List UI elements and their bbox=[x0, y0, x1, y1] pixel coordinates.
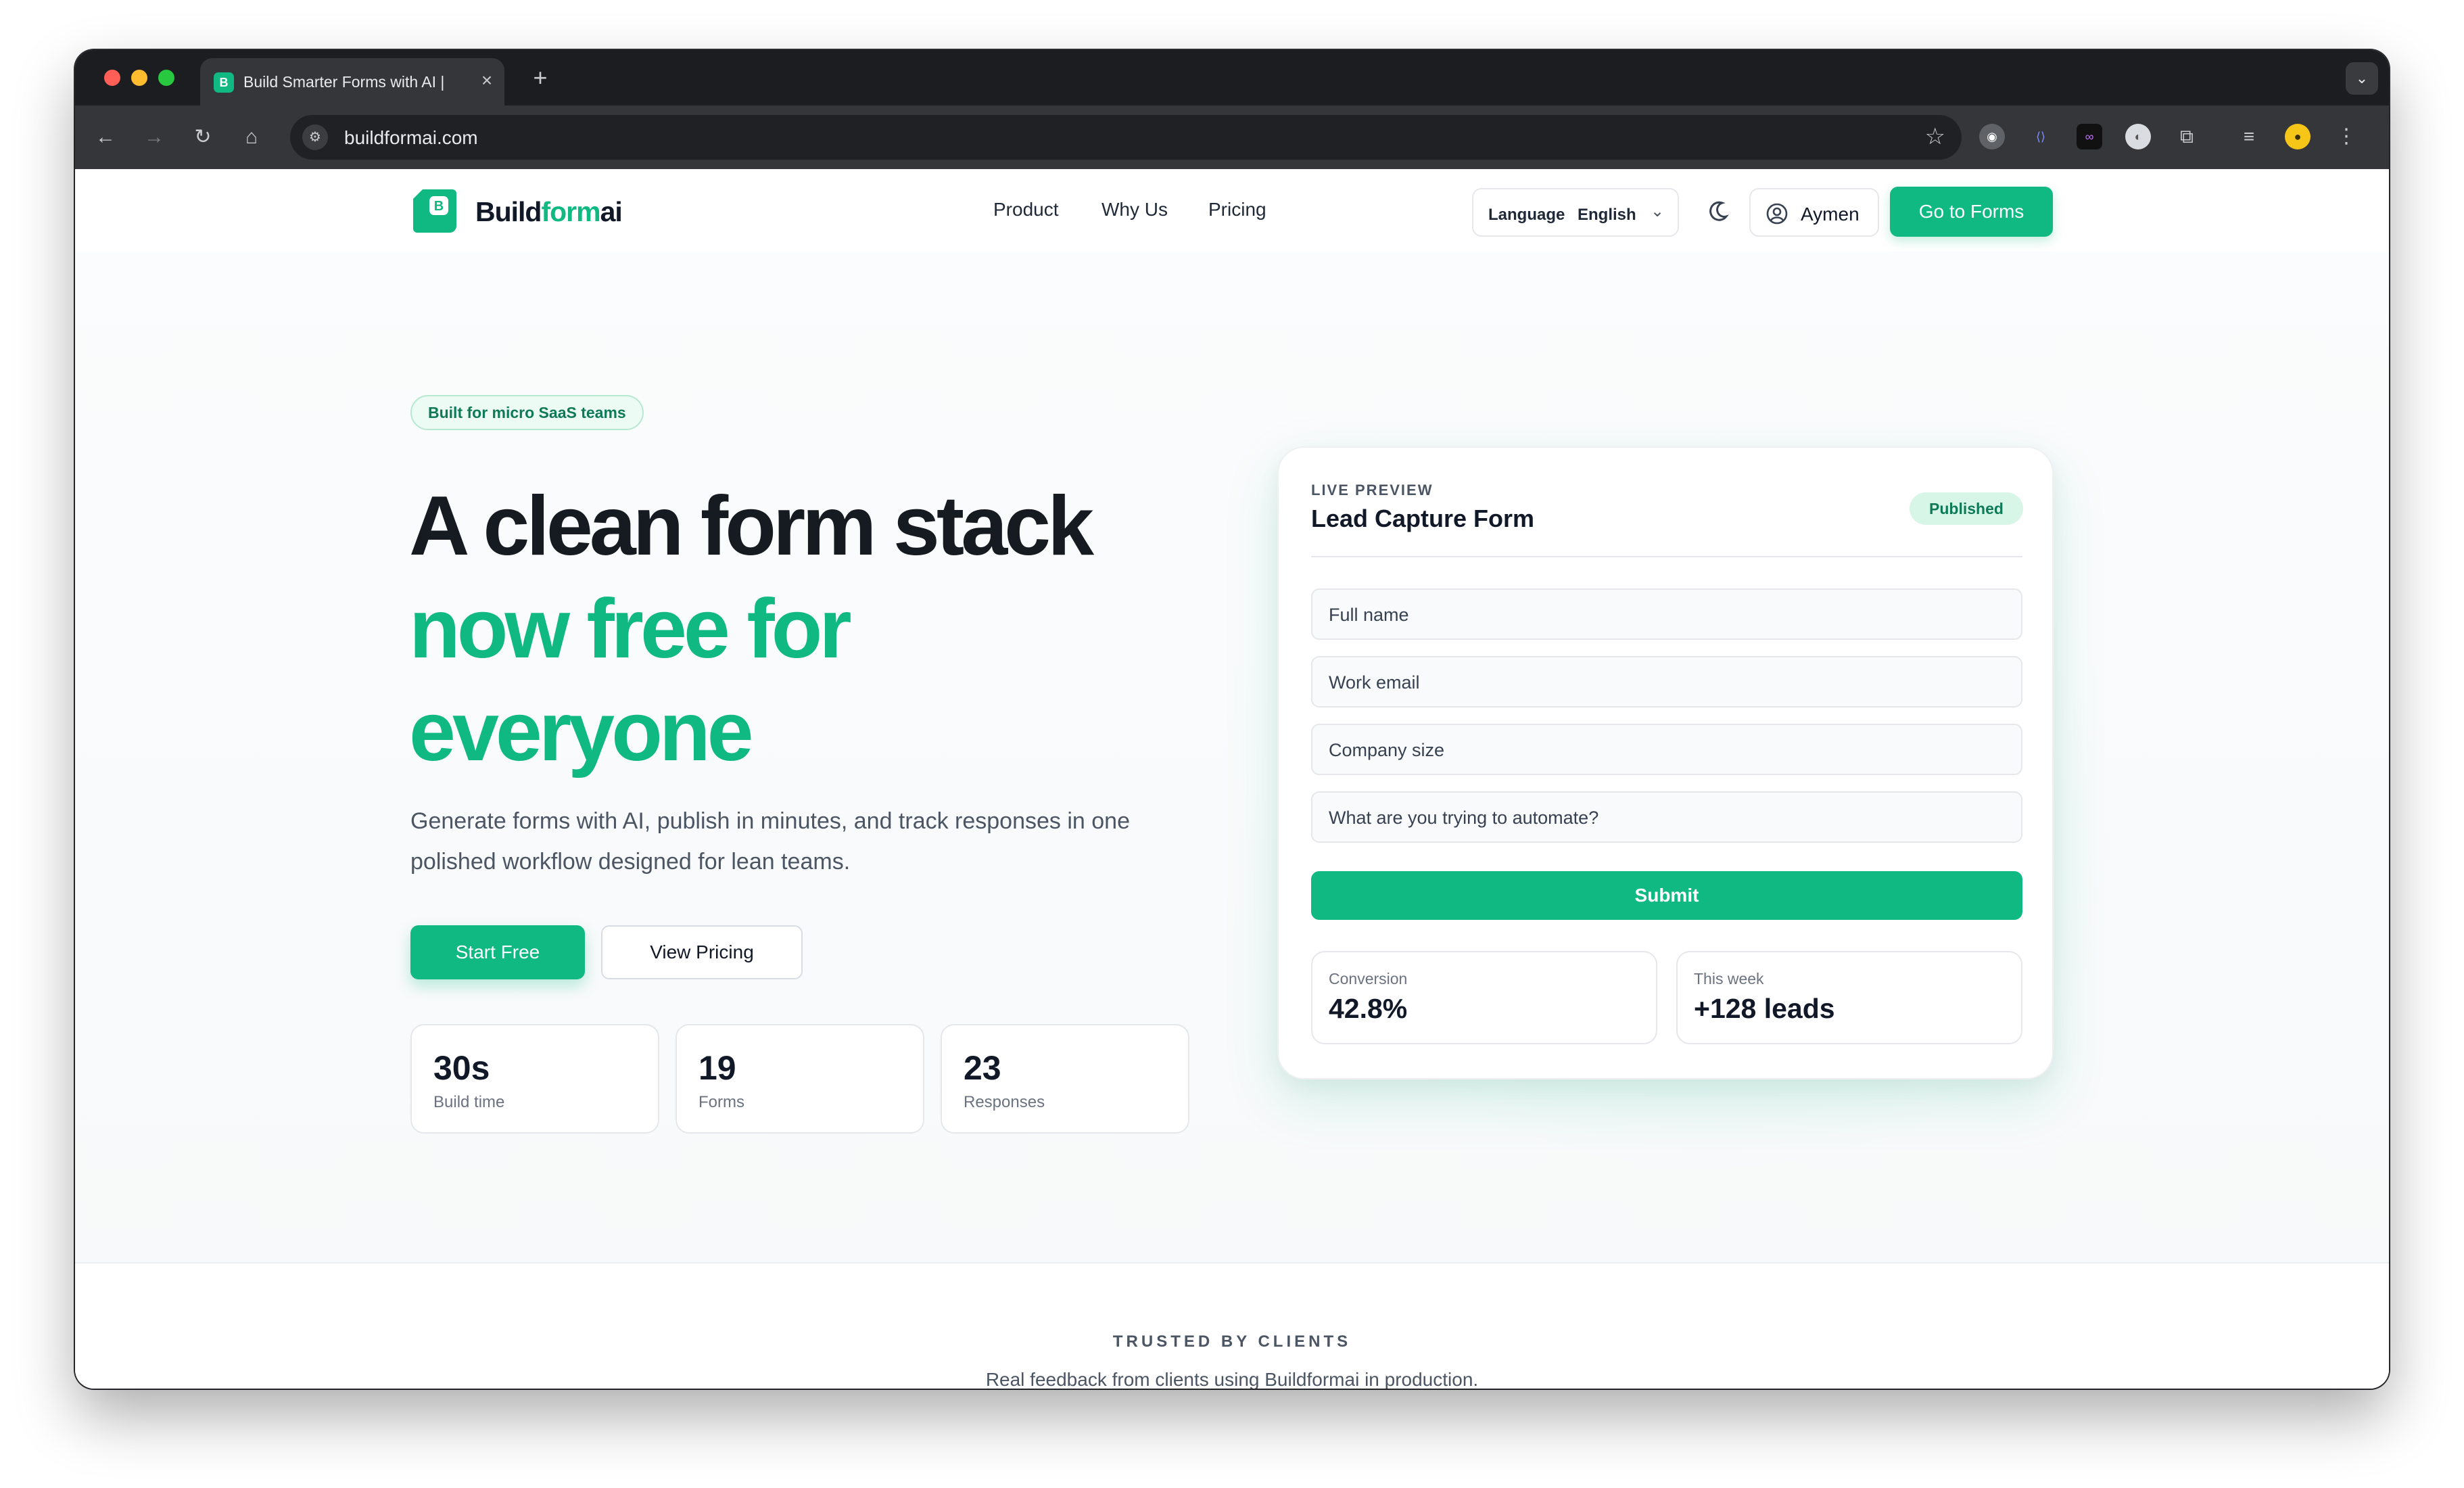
site-info-icon[interactable]: ⚙ bbox=[302, 124, 328, 150]
field-placeholder: Company size bbox=[1329, 740, 1445, 760]
stat-value: 19 bbox=[698, 1049, 736, 1087]
logo-part-form: form bbox=[541, 196, 600, 227]
bookmark-star-icon[interactable]: ☆ bbox=[1925, 123, 1945, 150]
preview-title: Lead Capture Form bbox=[1311, 505, 1535, 532]
hero-title-line2: now free for bbox=[409, 582, 852, 676]
forward-icon[interactable]: → bbox=[137, 120, 171, 154]
stat-label: Build time bbox=[433, 1093, 505, 1111]
tab-strip: B Build Smarter Forms with AI | × + ⌄ bbox=[75, 50, 2389, 106]
sync-extension-icon[interactable]: ◐ bbox=[2125, 124, 2151, 149]
metric-value: +128 leads bbox=[1694, 993, 1835, 1024]
metric-label: Conversion bbox=[1329, 970, 1408, 987]
go-to-forms-button[interactable]: Go to Forms bbox=[1890, 187, 2053, 237]
metric-label: This week bbox=[1694, 970, 1764, 987]
submit-button[interactable]: Submit bbox=[1311, 871, 2022, 920]
work-email-field[interactable]: Work email bbox=[1311, 656, 2022, 707]
camera-extension-icon[interactable]: ◉ bbox=[1979, 124, 2005, 149]
logo-mark-letter: B bbox=[434, 199, 444, 214]
stat-label: Responses bbox=[964, 1093, 1045, 1111]
web-page: B Buildformai Product Why Us Pricing Lan… bbox=[75, 169, 2389, 1389]
language-label: Language bbox=[1488, 206, 1565, 224]
hero-title-line3: everyone bbox=[409, 685, 754, 778]
conversion-metric: Conversion 42.8% bbox=[1311, 951, 1657, 1044]
browser-tab[interactable]: B Build Smarter Forms with AI | × bbox=[200, 58, 504, 106]
address-bar[interactable]: ⚙ buildformai.com ☆ bbox=[290, 115, 1962, 160]
metric-value: 42.8% bbox=[1329, 993, 1408, 1024]
nav-link-pricing[interactable]: Pricing bbox=[1208, 199, 1266, 220]
url-text[interactable]: buildformai.com bbox=[344, 127, 478, 149]
browser-window: B Build Smarter Forms with AI | × + ⌄ ← … bbox=[75, 50, 2389, 1389]
card-divider bbox=[1311, 556, 2022, 557]
field-placeholder: Work email bbox=[1329, 672, 1420, 693]
stat-label: Forms bbox=[698, 1093, 744, 1111]
stat-card-build-time: 30s Build time bbox=[410, 1024, 659, 1134]
language-select[interactable]: Language English ⌄ bbox=[1472, 188, 1679, 237]
browser-chrome: B Build Smarter Forms with AI | × + ⌄ ← … bbox=[75, 50, 2389, 169]
logo-part-build: Build bbox=[475, 196, 542, 227]
close-window-button[interactable] bbox=[104, 70, 120, 86]
hero-badge: Built for micro SaaS teams bbox=[410, 395, 644, 430]
user-icon bbox=[1766, 203, 1788, 225]
logo-part-ai: ai bbox=[600, 196, 623, 227]
company-size-field[interactable]: Company size bbox=[1311, 724, 2022, 775]
stat-value: 23 bbox=[964, 1049, 1001, 1087]
close-tab-icon[interactable]: × bbox=[475, 68, 499, 93]
user-account-button[interactable]: Aymen bbox=[1749, 188, 1879, 237]
user-name: Aymen bbox=[1801, 204, 1859, 225]
logo-wordmark[interactable]: Buildformai bbox=[475, 196, 623, 228]
hero-subtitle: Generate forms with AI, publish in minut… bbox=[410, 808, 1130, 875]
published-badge: Published bbox=[1910, 492, 2023, 525]
weekly-leads-metric: This week +128 leads bbox=[1676, 951, 2022, 1044]
reading-list-icon[interactable]: ≡ bbox=[2236, 124, 2262, 149]
stat-value: 30s bbox=[433, 1049, 490, 1087]
language-value: English bbox=[1578, 206, 1636, 224]
logo-icon[interactable]: B bbox=[410, 187, 459, 235]
chevron-down-icon: ⌄ bbox=[1651, 202, 1665, 220]
view-pricing-button[interactable]: View Pricing bbox=[601, 925, 803, 979]
field-placeholder: What are you trying to automate? bbox=[1329, 808, 1599, 828]
tab-search-chevron-icon[interactable]: ⌄ bbox=[2346, 62, 2378, 95]
favicon-icon: B bbox=[214, 72, 234, 93]
maximize-window-button[interactable] bbox=[158, 70, 174, 86]
reload-icon[interactable]: ↻ bbox=[186, 120, 220, 154]
dark-mode-moon-icon[interactable] bbox=[1703, 196, 1733, 226]
stat-card-forms: 19 Forms bbox=[676, 1024, 924, 1134]
tab-title: Build Smarter Forms with AI | bbox=[243, 73, 445, 91]
new-tab-icon[interactable]: + bbox=[527, 65, 554, 92]
back-icon[interactable]: ← bbox=[89, 120, 122, 154]
home-icon[interactable]: ⌂ bbox=[235, 120, 268, 154]
full-name-field[interactable]: Full name bbox=[1311, 588, 2022, 640]
profile-avatar[interactable]: ● bbox=[2285, 124, 2311, 149]
automation-goal-field[interactable]: What are you trying to automate? bbox=[1311, 791, 2022, 843]
trusted-subtext: Real feedback from clients using Buildfo… bbox=[985, 1369, 1479, 1389]
start-free-button[interactable]: Start Free bbox=[410, 925, 585, 979]
field-placeholder: Full name bbox=[1329, 605, 1409, 625]
browser-toolbar: ← → ↻ ⌂ ⚙ buildformai.com ☆ ◉ ⟨⟩ ∞ ◐ ⧉ ≡… bbox=[75, 106, 2389, 169]
menu-icon[interactable]: ⋮ bbox=[2333, 124, 2359, 149]
nav-link-why-us[interactable]: Why Us bbox=[1101, 199, 1168, 220]
code-extension-icon[interactable]: ⟨⟩ bbox=[2028, 124, 2054, 149]
trusted-heading: TRUSTED BY CLIENTS bbox=[1112, 1332, 1352, 1351]
puzzle-extensions-icon[interactable]: ⧉ bbox=[2174, 124, 2200, 149]
glasses-extension-icon[interactable]: ∞ bbox=[2077, 124, 2102, 149]
preview-kicker: LIVE PREVIEW bbox=[1311, 482, 1434, 498]
nav-link-product[interactable]: Product bbox=[993, 199, 1059, 220]
hero-title-line1: A clean form stack bbox=[409, 480, 1094, 573]
site-header: B Buildformai Product Why Us Pricing Lan… bbox=[75, 169, 2389, 252]
minimize-window-button[interactable] bbox=[131, 70, 147, 86]
stat-card-responses: 23 Responses bbox=[941, 1024, 1189, 1134]
live-preview-card: LIVE PREVIEW Lead Capture Form Published… bbox=[1277, 446, 2054, 1079]
